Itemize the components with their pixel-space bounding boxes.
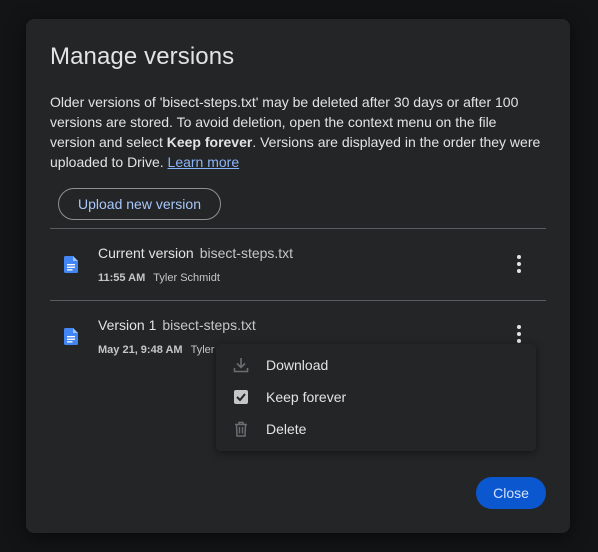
upload-new-version-button[interactable]: Upload new version xyxy=(58,188,221,220)
version-time: 11:55 AM xyxy=(98,272,146,284)
menu-item-label: Delete xyxy=(266,421,307,437)
more-options-button[interactable] xyxy=(507,322,531,346)
close-button[interactable]: Close xyxy=(476,477,546,509)
version-time: May 21, 9:48 AM xyxy=(98,344,183,356)
manage-versions-dialog: Manage versions Older versions of 'bisec… xyxy=(26,19,570,533)
more-vert-icon xyxy=(517,325,521,329)
version-meta: May 21, 9:48 AM Tyler xyxy=(98,344,214,356)
version-filename: bisect-steps.txt xyxy=(199,245,294,261)
menu-item-label: Download xyxy=(266,357,329,373)
checkbox-checked-icon xyxy=(232,388,250,406)
version-user: Tyler Schmidt xyxy=(153,272,220,284)
version-row-current: Current version bisect-steps.txt 11:55 AM… xyxy=(50,229,546,299)
document-icon xyxy=(64,328,78,345)
more-options-button[interactable] xyxy=(507,252,531,276)
more-vert-icon xyxy=(517,255,521,259)
version-filename: bisect-steps.txt xyxy=(162,317,256,333)
version-label: Current version xyxy=(98,245,194,261)
download-icon xyxy=(232,356,250,374)
document-icon xyxy=(64,256,78,273)
description-bold: Keep forever xyxy=(166,134,253,150)
learn-more-link[interactable]: Learn more xyxy=(168,154,240,170)
version-label: Version 1 xyxy=(98,317,157,333)
menu-item-keep-forever[interactable]: Keep forever xyxy=(216,381,536,413)
version-meta: 11:55 AM Tyler Schmidt xyxy=(98,272,220,284)
menu-item-label: Keep forever xyxy=(266,389,347,405)
version-title: Version 1 bisect-steps.txt xyxy=(98,317,256,333)
dialog-title: Manage versions xyxy=(50,43,235,70)
version-title: Current version bisect-steps.txt xyxy=(98,245,293,261)
trash-icon xyxy=(232,420,250,438)
dialog-description: Older versions of 'bisect-steps.txt' may… xyxy=(50,92,545,172)
menu-item-delete[interactable]: Delete xyxy=(216,413,536,445)
version-context-menu: Download Keep forever Delete xyxy=(216,344,536,451)
version-user: Tyler xyxy=(190,344,215,356)
menu-item-download[interactable]: Download xyxy=(216,349,536,381)
